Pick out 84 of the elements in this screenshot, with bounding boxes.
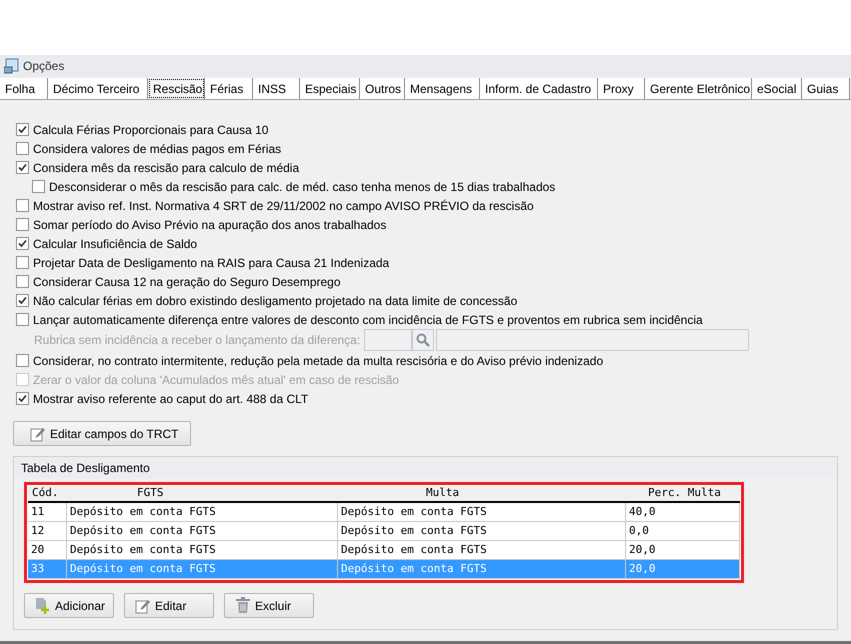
- checkmark-icon: [18, 394, 27, 403]
- table-cell: 11: [28, 503, 67, 521]
- table-cell: 20,0: [626, 541, 740, 559]
- checkbox-label: Considera mês da rescisão para calculo de média: [33, 160, 300, 176]
- column-header[interactable]: FGTS: [67, 486, 338, 501]
- search-button[interactable]: [412, 329, 434, 351]
- checkbox[interactable]: [16, 256, 29, 269]
- checkbox[interactable]: [16, 392, 29, 405]
- code-field[interactable]: [364, 329, 412, 351]
- table-cell: Depósito em conta FGTS: [67, 503, 338, 521]
- table-cell: Depósito em conta FGTS: [338, 503, 626, 521]
- table-cell: 0,0: [626, 522, 740, 540]
- checkbox[interactable]: [16, 199, 29, 212]
- edit-icon: [30, 426, 46, 442]
- checkbox[interactable]: [16, 218, 29, 231]
- edit-icon: [135, 598, 151, 614]
- checkmark-icon: [18, 163, 27, 172]
- edit-trct-button[interactable]: Editar campos do TRCT: [13, 421, 191, 446]
- checkbox-label: Lançar automaticamente diferença entre valores de desconto com incidência de FGTS e proventos em rubrica sem incidência: [33, 312, 703, 328]
- tab[interactable]: Guias: [802, 78, 850, 99]
- table-cell: Depósito em conta FGTS: [67, 560, 338, 578]
- checkbox-label: Não calcular férias em dobro existindo desligamento projetado na data limite de concessão: [33, 292, 518, 310]
- tab[interactable]: Rescisão: [148, 78, 205, 99]
- tab[interactable]: Gerente Eletrônico: [645, 78, 752, 99]
- checkbox-label: Calcula Férias Proporcionais para Causa 10: [33, 122, 268, 138]
- column-header[interactable]: Perc. Multa: [626, 486, 740, 501]
- tab[interactable]: Férias: [205, 78, 253, 99]
- checkbox[interactable]: [16, 275, 29, 288]
- table-cell: 20: [28, 541, 67, 559]
- checkbox-label: Projetar Data de Desligamento na RAIS para Causa 21 Indenizada: [33, 254, 390, 272]
- checkbox[interactable]: [16, 313, 29, 326]
- tab[interactable]: Folha: [0, 78, 48, 99]
- tab[interactable]: Décimo Terceiro: [48, 78, 148, 99]
- trash-icon: [235, 597, 251, 614]
- checkbox[interactable]: [16, 294, 29, 307]
- table-cell: Depósito em conta FGTS: [338, 541, 626, 559]
- add-button[interactable]: Adicionar: [24, 593, 114, 618]
- description-field[interactable]: [436, 329, 750, 351]
- add-document-icon: [35, 596, 51, 614]
- tab[interactable]: Proxy: [598, 78, 645, 99]
- window-title: Opções: [23, 58, 64, 75]
- checkmark-icon: [18, 296, 27, 305]
- column-header[interactable]: Cód.: [28, 486, 67, 501]
- checkbox-label: Considerar Causa 12 na geração do Seguro Desemprego: [33, 274, 341, 290]
- checkbox[interactable]: [16, 354, 29, 367]
- checkbox-label: Somar período do Aviso Prévio na apuração dos anos trabalhados: [33, 216, 386, 234]
- checkbox-label: Mostrar aviso ref. Inst. Normativa 4 SRT de 29/11/2002 no campo AVISO PRÉVIO da rescisão: [33, 198, 534, 214]
- table-cell: 20,0: [626, 560, 740, 578]
- group-title: Tabela de Desligamento: [21, 460, 150, 476]
- table-row[interactable]: 11 Depósito em conta FGTS Depósito em conta FGTS 40,0: [28, 503, 740, 522]
- delete-button[interactable]: Excluir: [224, 593, 314, 618]
- checkbox-label: Zerar o valor da coluna 'Acumulados mês atual' em caso de rescisão: [33, 372, 400, 388]
- checkbox[interactable]: [16, 142, 29, 155]
- search-icon: [416, 333, 430, 347]
- checkbox-label: Calcular Insuficiência de Saldo: [33, 236, 198, 252]
- tab[interactable]: Mensagens: [405, 78, 480, 99]
- checkbox[interactable]: [16, 161, 29, 174]
- checkbox-label: Mostrar aviso referente ao caput do art. 488 da CLT: [33, 390, 308, 408]
- table-cell: Depósito em conta FGTS: [338, 560, 626, 578]
- checkbox-label: Considera valores de médias pagos em Férias: [33, 140, 282, 158]
- checkbox[interactable]: [32, 180, 45, 193]
- table-cell: Depósito em conta FGTS: [338, 522, 626, 540]
- tab[interactable]: Especiais: [300, 78, 360, 99]
- app-icon: [4, 58, 20, 74]
- checkmark-icon: [18, 125, 27, 134]
- checkbox[interactable]: [16, 237, 29, 250]
- column-header[interactable]: Multa: [338, 486, 626, 501]
- table-cell: 12: [28, 522, 67, 540]
- checkbox-label: Considerar, no contrato intermitente, redução pela metade da multa rescisória e do Aviso prévio indenizado: [33, 352, 604, 370]
- edit-button[interactable]: Editar: [124, 593, 214, 618]
- field-label: Rubrica sem incidência a receber o lançamento da diferença:: [33, 332, 360, 349]
- table-cell: Depósito em conta FGTS: [67, 541, 338, 559]
- table-row[interactable]: 12 Depósito em conta FGTS Depósito em conta FGTS 0,0: [28, 522, 740, 541]
- table-row[interactable]: 20 Depósito em conta FGTS Depósito em conta FGTS 20,0: [28, 541, 740, 560]
- table-cell: Depósito em conta FGTS: [67, 522, 338, 540]
- checkbox-label: Desconsiderar o mês da rescisão para calc. de méd. caso tenha menos de 15 dias trabalhados: [49, 178, 556, 196]
- checkbox[interactable]: [16, 123, 29, 136]
- tab[interactable]: Outros: [360, 78, 405, 99]
- tab[interactable]: INSS: [253, 78, 300, 99]
- table-cell: 40,0: [626, 503, 740, 521]
- checkmark-icon: [18, 239, 27, 248]
- table-cell: 33: [28, 560, 67, 578]
- tab[interactable]: eSocial: [752, 78, 802, 99]
- tab[interactable]: Inform. de Cadastro: [480, 78, 598, 99]
